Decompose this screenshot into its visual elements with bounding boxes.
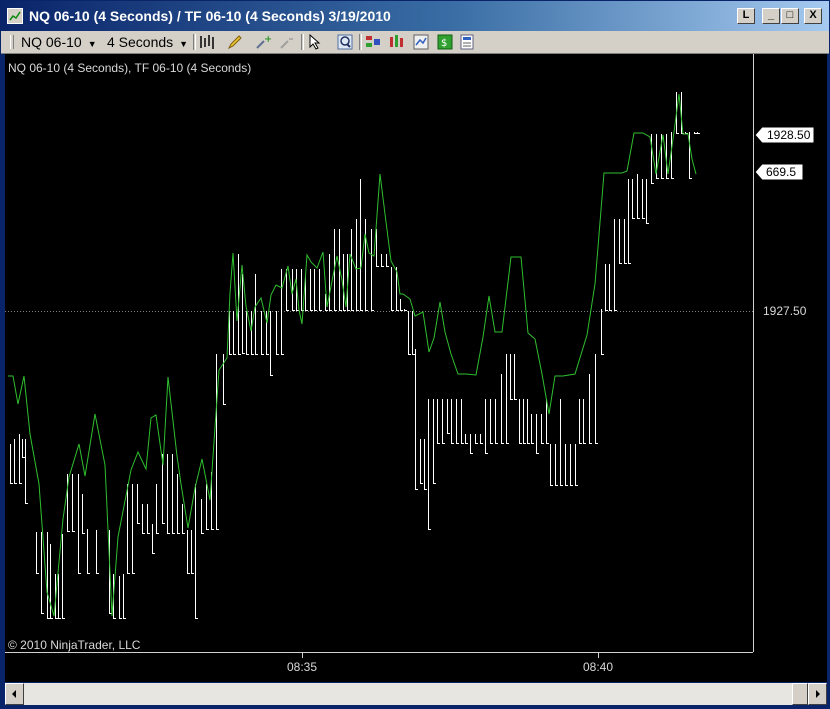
properties-icon[interactable] [459,34,475,50]
chart-window: NQ 06-10 (4 Seconds) / TF 06-10 (4 Secon… [0,0,830,709]
title-bar[interactable]: NQ 06-10 (4 Seconds) / TF 06-10 (4 Secon… [1,1,829,31]
price-chart[interactable]: NQ 06-10 (4 Seconds), TF 06-10 (4 Second… [5,54,827,682]
instrument-selector[interactable]: NQ 06-10 ▼ [21,34,97,50]
svg-text:$: $ [441,38,447,49]
chart-properties-icon[interactable] [413,34,429,50]
scroll-track[interactable] [24,683,808,705]
chevron-down-icon: ▼ [87,39,97,49]
data-box-icon[interactable]: $ [437,34,453,50]
maximize-button[interactable]: □ [781,8,799,24]
interval-label: 4 Seconds [107,34,174,50]
window-title: NQ 06-10 (4 Seconds) / TF 06-10 (4 Secon… [29,8,391,24]
svg-text:+: + [264,34,271,45]
arrow-right-icon [816,690,820,698]
price-bars-series [10,92,700,619]
close-button[interactable]: X [804,8,822,24]
app-icon [7,8,23,24]
toolbar-grip[interactable] [10,35,14,49]
toolbar-separator [301,34,304,50]
toolbar-separator [359,34,362,50]
chart-panel[interactable]: NQ 06-10 (4 Seconds), TF 06-10 (4 Second… [5,54,827,682]
price-axis-label: 1927.50 [763,304,807,318]
tf-line [8,93,697,617]
drawing-pencil-icon[interactable] [227,34,243,50]
time-label-0835: 08:35 [287,660,317,674]
indicators-icon[interactable] [365,34,381,50]
strategies-icon[interactable] [389,34,405,50]
interval-selector[interactable]: 4 Seconds ▼ [107,34,188,50]
price-marker-nq-text: 1928.50 [767,128,811,142]
scroll-thumb[interactable] [792,683,808,705]
time-label-0840: 08:40 [583,660,613,674]
zoom-in-icon[interactable]: + [255,34,271,50]
cursor-icon[interactable] [307,34,323,50]
tf-line-series [8,93,697,617]
chart-toolbar: NQ 06-10 ▼ 4 Seconds ▼ + $ [1,31,829,54]
scroll-left-button[interactable] [5,683,24,705]
toolbar-separator [193,34,196,50]
chart-label: NQ 06-10 (4 Seconds), TF 06-10 (4 Second… [8,61,251,75]
scroll-right-button[interactable] [808,683,827,705]
arrow-left-icon [12,690,16,698]
magnify-icon[interactable] [337,34,353,50]
link-button[interactable]: L [737,8,755,24]
copyright-text: © 2010 NinjaTrader, LLC [8,638,141,652]
bar-type-icon[interactable] [199,34,215,50]
horizontal-scrollbar[interactable] [5,683,827,705]
minimize-button[interactable]: _ [762,8,780,24]
instrument-label: NQ 06-10 [21,34,82,50]
chevron-down-icon: ▼ [179,39,189,49]
price-marker-tf-text: 669.5 [766,165,796,179]
zoom-out-icon[interactable] [279,34,295,50]
